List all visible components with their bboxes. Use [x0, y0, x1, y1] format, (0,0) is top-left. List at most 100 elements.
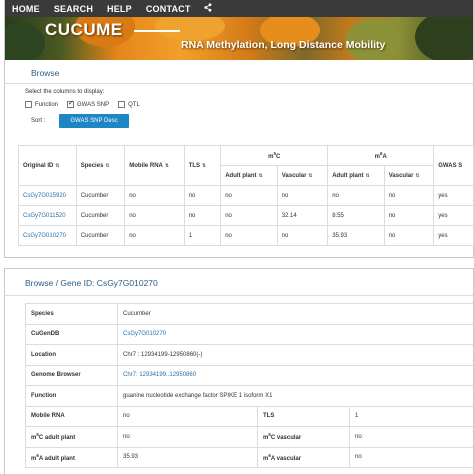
col-gwas-snp[interactable]: GWAS S [433, 145, 474, 186]
sort-icon[interactable]: ⇅ [415, 173, 419, 179]
detail-value: no [349, 426, 473, 448]
table-header-row-group: Original ID ⇅ Species ⇅ Mobile RNA ⇅ TLS ⇅ m… [18, 145, 474, 186]
nav-home[interactable]: HOME [7, 4, 49, 14]
cell-gwas: yes [433, 185, 474, 206]
column-select-label: Select the columns to display: [25, 89, 105, 95]
cell-m5c-adult: no [220, 225, 278, 246]
cell-m5c-adult: no [220, 185, 278, 206]
site-logo-title: CUCUME [45, 20, 123, 39]
detail-row-location: Location Chr7 : 12934199-12950860(-) [25, 344, 473, 366]
cell-m6a-vascular: no [383, 185, 435, 206]
col-m5c-adult-plant[interactable]: Adult plant ⇅ [220, 165, 278, 186]
gene-id-link[interactable]: CsGy7G010270 [18, 225, 77, 246]
page-title: Browse [5, 60, 473, 84]
gwas-snp-checkbox[interactable] [67, 99, 75, 108]
sort-icon[interactable]: ⇅ [366, 173, 370, 179]
results-table: Original ID ⇅ Species ⇅ Mobile RNA ⇅ TLS ⇅ m… [18, 145, 474, 246]
detail-key: m6A adult plant [25, 446, 118, 468]
detail-key: m6A vascular [257, 446, 350, 468]
nav-contact[interactable]: CONTACT [141, 4, 200, 14]
breadcrumb: Browse / Gene ID: CsGy7G010270 [5, 269, 473, 296]
detail-row-mobile-tls: Mobile RNA no TLS 1 [25, 405, 473, 427]
sort-icon[interactable]: ⇅ [259, 173, 263, 179]
detail-row-function: Function guanine nucleotide exchange fac… [25, 385, 473, 407]
top-navbar: HOME SEARCH HELP CONTACT [5, 0, 473, 17]
cugendb-link[interactable]: CsGy7G010270 [117, 323, 473, 345]
cell-m6a-adult: 35.93 [327, 225, 385, 246]
gwas-snp-checkbox-label[interactable]: GWAS SNP [77, 102, 109, 108]
cell-m6a-adult: 8.55 [327, 205, 385, 226]
col-m5c-vascular[interactable]: Vascular ⇅ [276, 165, 329, 186]
cell-mobile-rna: no [124, 185, 185, 206]
banner-divider [134, 30, 180, 32]
genome-browser-link[interactable]: Chr7: 12934199..12950860 [117, 364, 473, 386]
column-checkboxes: Function GWAS SNP QTL [5, 95, 473, 108]
sort-icon[interactable]: ⇅ [202, 163, 206, 169]
detail-key: TLS [257, 405, 350, 427]
detail-value: guanine nucleotide exchange factor SPIKE… [117, 385, 473, 407]
cell-m5c-adult: no [220, 205, 278, 226]
detail-row-cugendb: CuGenDB CsGy7G010270 [25, 323, 473, 345]
cell-m6a-vascular: no [383, 205, 435, 226]
function-checkbox-label[interactable]: Function [35, 102, 58, 108]
detail-key: m5C adult plant [25, 426, 118, 448]
nav-search[interactable]: SEARCH [49, 4, 102, 14]
table-row: CsGy7G015920 Cucumber no no no no no no … [18, 185, 474, 206]
table-row: CsGy7G010270 Cucumber no 1 no no 35.93 n… [18, 225, 474, 246]
cell-m5c-vascular: no [276, 225, 329, 246]
col-m6a-adult-plant[interactable]: Adult plant ⇅ [327, 165, 385, 186]
share-icon[interactable] [200, 3, 212, 14]
gene-id-link[interactable]: CsGy7G011520 [18, 205, 77, 226]
sort-icon[interactable]: ⇅ [55, 163, 59, 169]
cell-m6a-adult: no [327, 185, 385, 206]
detail-value: no [349, 446, 473, 468]
detail-value: Chr7 : 12934199-12950860(-) [117, 344, 473, 366]
col-mobile-rna[interactable]: Mobile RNA ⇅ [124, 145, 185, 186]
col-original-id[interactable]: Original ID ⇅ [18, 145, 77, 186]
col-tls[interactable]: TLS ⇅ [183, 145, 222, 186]
gene-detail-panel: Browse / Gene ID: CsGy7G010270 Species C… [4, 268, 474, 474]
cell-tls: 1 [183, 225, 222, 246]
qtl-checkbox-label[interactable]: QTL [128, 102, 140, 108]
sort-icon[interactable]: ⇅ [165, 163, 169, 169]
detail-key: Mobile RNA [25, 405, 118, 427]
detail-value: 35.93 [117, 446, 258, 468]
col-m6a-vascular[interactable]: Vascular ⇅ [383, 165, 435, 186]
detail-key: Function [25, 385, 118, 407]
cell-species: Cucumber [75, 225, 126, 246]
qtl-checkbox[interactable] [118, 101, 126, 108]
detail-row-m6a: m6A adult plant 35.93 m6A vascular no [25, 446, 473, 468]
cell-gwas: yes [433, 225, 474, 246]
detail-value: Cucumber [117, 303, 473, 325]
cell-gwas: yes [433, 205, 474, 226]
cell-m5c-vascular: no [276, 185, 329, 206]
col-group-m6a: m6A [327, 145, 435, 166]
nav-help[interactable]: HELP [102, 4, 141, 14]
cell-tls: no [183, 205, 222, 226]
breadcrumb-browse-link[interactable]: Browse [25, 278, 53, 288]
col-group-m5c: m5C [220, 145, 329, 166]
function-checkbox[interactable] [25, 101, 32, 108]
cell-mobile-rna: no [124, 225, 185, 246]
detail-key: Location [25, 344, 118, 366]
breadcrumb-gene-id: / Gene ID: CsGy7G010270 [53, 278, 158, 288]
detail-row-m5c: m5C adult plant no m5C vascular no [25, 426, 473, 448]
cell-tls: no [183, 185, 222, 206]
col-species[interactable]: Species ⇅ [75, 145, 126, 186]
cell-m5c-vascular: 32.14 [276, 205, 329, 226]
detail-key: Species [25, 303, 118, 325]
detail-key: CuGenDB [25, 323, 118, 345]
cell-mobile-rna: no [124, 205, 185, 226]
sort-icon[interactable]: ⇅ [308, 173, 312, 179]
gene-id-link[interactable]: CsGy7G015920 [18, 185, 77, 206]
detail-key: m5C vascular [257, 426, 350, 448]
site-subtitle: RNA Methylation, Long Distance Mobility [181, 39, 386, 51]
header-banner: CUCUME RNA Methylation, Long Distance Mo… [5, 17, 473, 60]
sort-icon[interactable]: ⇅ [105, 163, 109, 169]
detail-row-genome-browser: Genome Browser Chr7: 12934199..12950860 [25, 364, 473, 386]
table-row: CsGy7G011520 Cucumber no no no 32.14 8.5… [18, 205, 474, 226]
detail-row-species: Species Cucumber [25, 303, 473, 325]
sort-gwas-snp-button[interactable]: GWAS SNP Desc [59, 114, 129, 128]
detail-key: Genome Browser [25, 364, 118, 386]
sort-label: Sort : [31, 118, 46, 124]
